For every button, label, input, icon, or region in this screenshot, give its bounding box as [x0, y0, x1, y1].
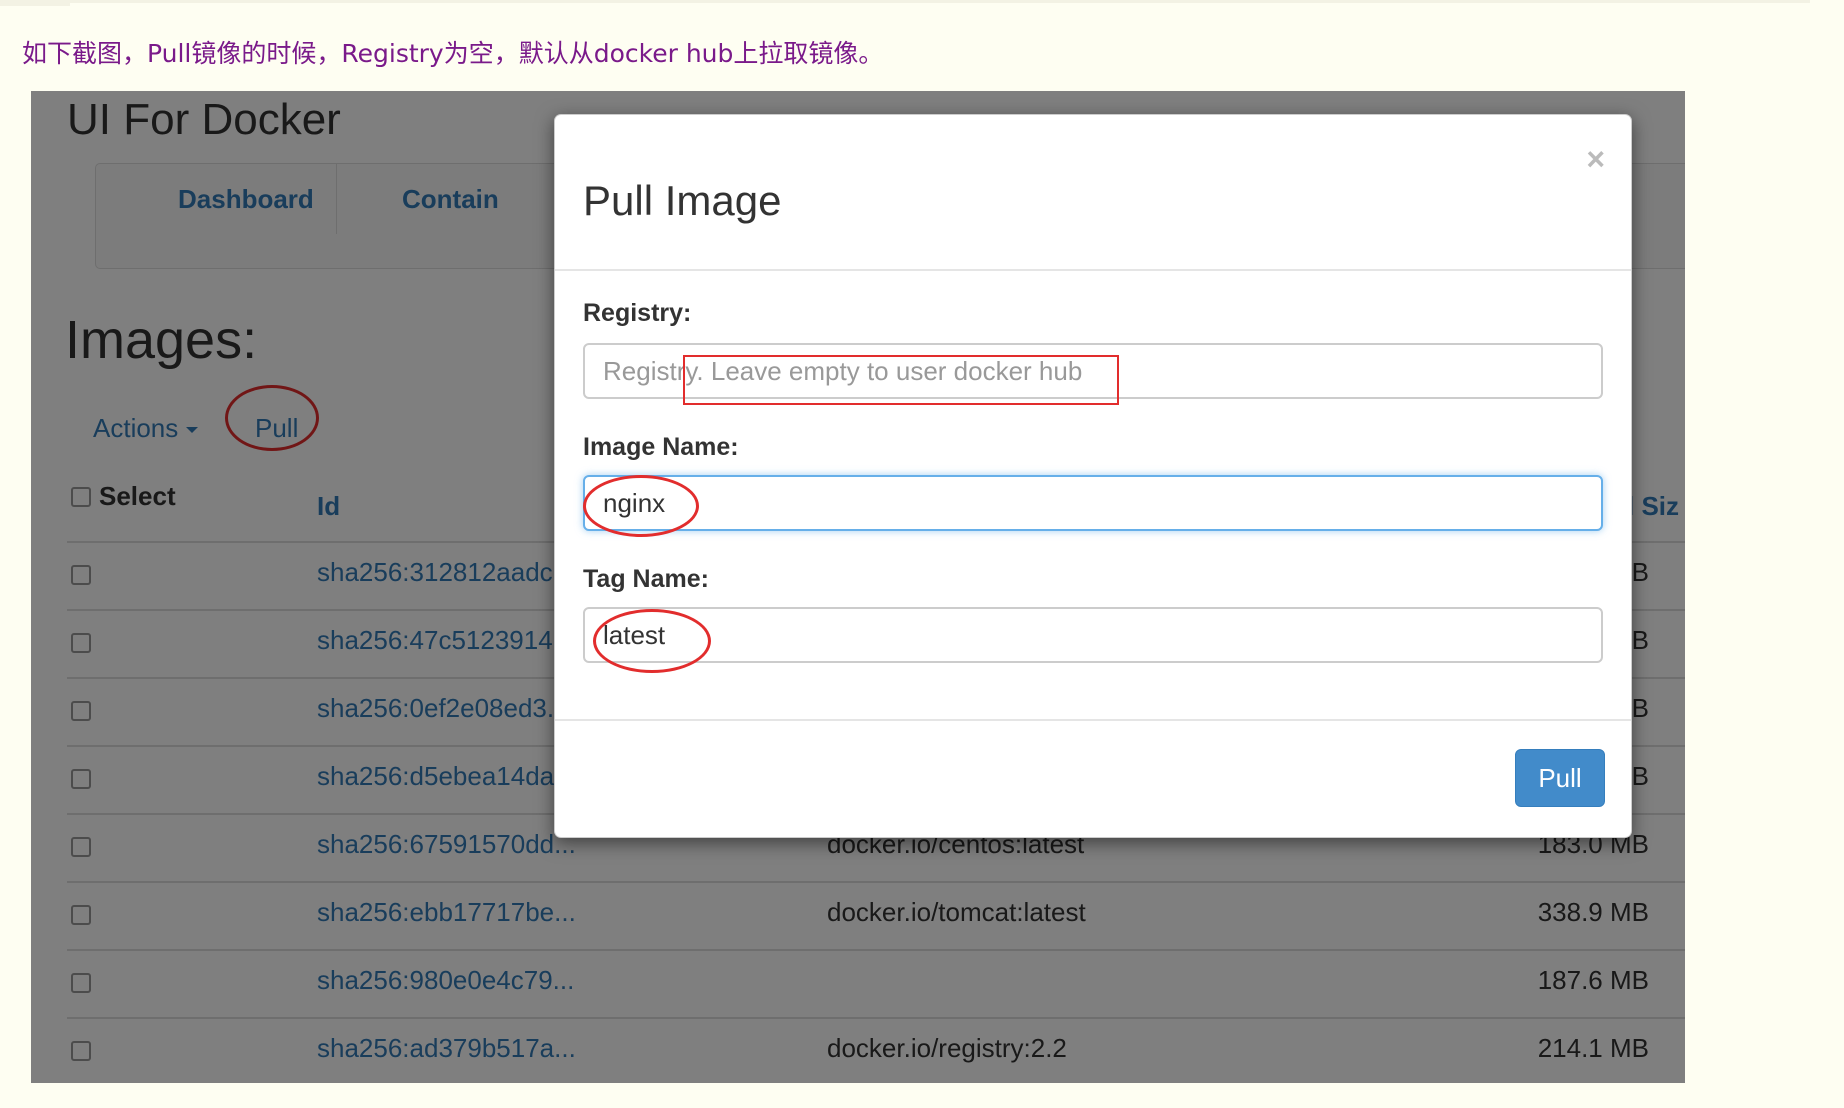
pull-image-modal: Pull Image × Registry: Image Name: Tag N…	[554, 114, 1632, 838]
close-icon[interactable]: ×	[1586, 141, 1605, 178]
image-name-label: Image Name:	[583, 433, 739, 461]
tag-name-label: Tag Name:	[583, 565, 709, 593]
annotation-circle-tag	[593, 609, 711, 673]
page-top-rule	[64, 0, 1810, 3]
modal-footer: Pull	[555, 719, 1631, 837]
post-caption: 如下截图，Pull镜像的时候，Registry为空，默认从docker hub上…	[22, 39, 884, 68]
tag-name-field[interactable]	[583, 607, 1603, 663]
registry-label: Registry:	[583, 299, 692, 327]
docker-ui-screenshot: UI For Docker Dashboard Contain s Images…	[31, 91, 1685, 1083]
annotation-box-registry	[683, 355, 1119, 405]
image-name-input[interactable]	[585, 477, 1601, 529]
image-name-field[interactable]	[583, 475, 1603, 531]
tag-name-input[interactable]	[585, 609, 1601, 661]
modal-title: Pull Image	[583, 177, 782, 224]
pull-button[interactable]: Pull	[1515, 749, 1605, 807]
page-top-rule-left	[0, 0, 70, 6]
modal-header: Pull Image ×	[555, 115, 1631, 271]
annotation-circle-image	[583, 475, 699, 537]
